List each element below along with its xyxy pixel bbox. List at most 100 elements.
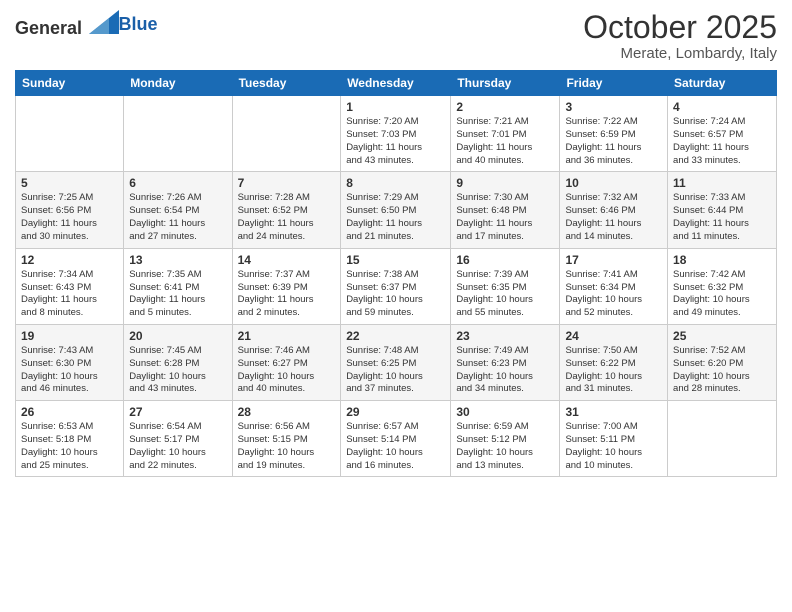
day-info: Sunrise: 7:45 AM Sunset: 6:28 PM Dayligh… [129, 345, 226, 396]
week-row-1: 1Sunrise: 7:20 AM Sunset: 7:03 PM Daylig… [16, 96, 777, 172]
day-info: Sunrise: 7:32 AM Sunset: 6:46 PM Dayligh… [565, 192, 662, 243]
day-info: Sunrise: 7:43 AM Sunset: 6:30 PM Dayligh… [21, 345, 118, 396]
calendar-cell: 6Sunrise: 7:26 AM Sunset: 6:54 PM Daylig… [124, 172, 232, 248]
header: General Blue October 2025 Merate, Lombar… [15, 10, 777, 62]
day-number: 27 [129, 405, 226, 419]
day-number: 18 [673, 253, 771, 267]
day-number: 15 [346, 253, 445, 267]
calendar-cell: 11Sunrise: 7:33 AM Sunset: 6:44 PM Dayli… [668, 172, 777, 248]
week-row-3: 12 Sunrise: 7:34 AM Sunset: 6:43 PM Dayli… [16, 248, 777, 324]
day-info: Sunrise: 7:25 AM Sunset: 6:56 PM Dayligh… [21, 192, 118, 243]
day-number: 25 [673, 329, 771, 343]
day-number: 19 [21, 329, 118, 343]
calendar-cell: 5 Sunrise: 7:25 AM Sunset: 6:56 PM Daylig… [16, 172, 124, 248]
logo-icon [89, 10, 119, 34]
day-number: 7 [238, 176, 336, 190]
day-number: 10 [565, 176, 662, 190]
day-number: 31 [565, 405, 662, 419]
calendar-cell: 27 Sunrise: 6:54 AM Sunset: 5:17 PM Dayli… [124, 401, 232, 477]
calendar-cell [232, 96, 341, 172]
logo: General Blue [15, 10, 158, 39]
day-info: Sunrise: 6:56 AM Sunset: 5:15 PM Dayligh… [238, 421, 336, 472]
day-info: Sunrise: 7:34 AM Sunset: 6:43 PM Dayligh… [21, 269, 118, 320]
month-title: October 2025 [583, 10, 777, 45]
col-friday: Friday [560, 71, 668, 96]
page-container: General Blue October 2025 Merate, Lombar… [0, 0, 792, 482]
week-row-5: 26Sunrise: 6:53 AM Sunset: 5:18 PM Dayli… [16, 401, 777, 477]
calendar-cell: 3 Sunrise: 7:22 AM Sunset: 6:59 PM Daylig… [560, 96, 668, 172]
header-row: Sunday Monday Tuesday Wednesday Thursday… [16, 71, 777, 96]
day-number: 29 [346, 405, 445, 419]
calendar-cell: 18 Sunrise: 7:42 AM Sunset: 6:32 PM Dayli… [668, 248, 777, 324]
day-number: 30 [456, 405, 554, 419]
calendar-cell: 17 Sunrise: 7:41 AM Sunset: 6:34 PM Dayli… [560, 248, 668, 324]
day-number: 20 [129, 329, 226, 343]
day-info: Sunrise: 7:48 AM Sunset: 6:25 PM Dayligh… [346, 345, 445, 396]
day-number: 21 [238, 329, 336, 343]
day-number: 23 [456, 329, 554, 343]
day-number: 24 [565, 329, 662, 343]
week-row-4: 19 Sunrise: 7:43 AM Sunset: 6:30 PM Dayli… [16, 324, 777, 400]
week-row-2: 5 Sunrise: 7:25 AM Sunset: 6:56 PM Daylig… [16, 172, 777, 248]
calendar-cell [124, 96, 232, 172]
day-number: 12 [21, 253, 118, 267]
calendar-cell: 1Sunrise: 7:20 AM Sunset: 7:03 PM Daylig… [341, 96, 451, 172]
day-number: 2 [456, 100, 554, 114]
col-wednesday: Wednesday [341, 71, 451, 96]
day-info: Sunrise: 7:33 AM Sunset: 6:44 PM Dayligh… [673, 192, 771, 243]
calendar-cell: 25Sunrise: 7:52 AM Sunset: 6:20 PM Dayli… [668, 324, 777, 400]
day-info: Sunrise: 7:28 AM Sunset: 6:52 PM Dayligh… [238, 192, 336, 243]
day-number: 5 [21, 176, 118, 190]
calendar-cell: 13Sunrise: 7:35 AM Sunset: 6:41 PM Dayli… [124, 248, 232, 324]
day-info: Sunrise: 7:39 AM Sunset: 6:35 PM Dayligh… [456, 269, 554, 320]
calendar-cell: 24 Sunrise: 7:50 AM Sunset: 6:22 PM Dayli… [560, 324, 668, 400]
calendar-cell: 14 Sunrise: 7:37 AM Sunset: 6:39 PM Dayli… [232, 248, 341, 324]
col-saturday: Saturday [668, 71, 777, 96]
day-number: 28 [238, 405, 336, 419]
calendar-cell: 29 Sunrise: 6:57 AM Sunset: 5:14 PM Dayli… [341, 401, 451, 477]
calendar-cell: 30 Sunrise: 6:59 AM Sunset: 5:12 PM Dayli… [451, 401, 560, 477]
day-number: 9 [456, 176, 554, 190]
calendar-cell: 31 Sunrise: 7:00 AM Sunset: 5:11 PM Dayli… [560, 401, 668, 477]
calendar-cell: 8Sunrise: 7:29 AM Sunset: 6:50 PM Daylig… [341, 172, 451, 248]
calendar-cell: 2Sunrise: 7:21 AM Sunset: 7:01 PM Daylig… [451, 96, 560, 172]
day-info: Sunrise: 7:22 AM Sunset: 6:59 PM Dayligh… [565, 116, 662, 167]
day-number: 17 [565, 253, 662, 267]
day-info: Sunrise: 6:57 AM Sunset: 5:14 PM Dayligh… [346, 421, 445, 472]
calendar-table: Sunday Monday Tuesday Wednesday Thursday… [15, 70, 777, 477]
col-sunday: Sunday [16, 71, 124, 96]
day-number: 3 [565, 100, 662, 114]
day-info: Sunrise: 7:50 AM Sunset: 6:22 PM Dayligh… [565, 345, 662, 396]
logo-general: General [15, 18, 82, 38]
day-number: 8 [346, 176, 445, 190]
day-number: 13 [129, 253, 226, 267]
calendar-cell: 15Sunrise: 7:38 AM Sunset: 6:37 PM Dayli… [341, 248, 451, 324]
logo-blue: Blue [119, 14, 158, 34]
day-info: Sunrise: 7:41 AM Sunset: 6:34 PM Dayligh… [565, 269, 662, 320]
col-thursday: Thursday [451, 71, 560, 96]
calendar-cell: 23 Sunrise: 7:49 AM Sunset: 6:23 PM Dayli… [451, 324, 560, 400]
day-info: Sunrise: 7:20 AM Sunset: 7:03 PM Dayligh… [346, 116, 445, 167]
day-number: 16 [456, 253, 554, 267]
day-info: Sunrise: 6:59 AM Sunset: 5:12 PM Dayligh… [456, 421, 554, 472]
calendar-cell: 9Sunrise: 7:30 AM Sunset: 6:48 PM Daylig… [451, 172, 560, 248]
calendar-cell [668, 401, 777, 477]
calendar-cell: 20 Sunrise: 7:45 AM Sunset: 6:28 PM Dayli… [124, 324, 232, 400]
calendar-cell: 4Sunrise: 7:24 AM Sunset: 6:57 PM Daylig… [668, 96, 777, 172]
col-tuesday: Tuesday [232, 71, 341, 96]
calendar-cell: 12 Sunrise: 7:34 AM Sunset: 6:43 PM Dayli… [16, 248, 124, 324]
day-info: Sunrise: 7:00 AM Sunset: 5:11 PM Dayligh… [565, 421, 662, 472]
calendar-cell: 7 Sunrise: 7:28 AM Sunset: 6:52 PM Daylig… [232, 172, 341, 248]
calendar-cell: 16 Sunrise: 7:39 AM Sunset: 6:35 PM Dayli… [451, 248, 560, 324]
day-info: Sunrise: 7:37 AM Sunset: 6:39 PM Dayligh… [238, 269, 336, 320]
day-info: Sunrise: 7:46 AM Sunset: 6:27 PM Dayligh… [238, 345, 336, 396]
calendar-cell [16, 96, 124, 172]
location-title: Merate, Lombardy, Italy [583, 45, 777, 62]
day-info: Sunrise: 7:49 AM Sunset: 6:23 PM Dayligh… [456, 345, 554, 396]
day-number: 14 [238, 253, 336, 267]
calendar-cell: 26Sunrise: 6:53 AM Sunset: 5:18 PM Dayli… [16, 401, 124, 477]
day-info: Sunrise: 6:54 AM Sunset: 5:17 PM Dayligh… [129, 421, 226, 472]
day-info: Sunrise: 7:42 AM Sunset: 6:32 PM Dayligh… [673, 269, 771, 320]
calendar-cell: 10 Sunrise: 7:32 AM Sunset: 6:46 PM Dayli… [560, 172, 668, 248]
calendar-cell: 21 Sunrise: 7:46 AM Sunset: 6:27 PM Dayli… [232, 324, 341, 400]
